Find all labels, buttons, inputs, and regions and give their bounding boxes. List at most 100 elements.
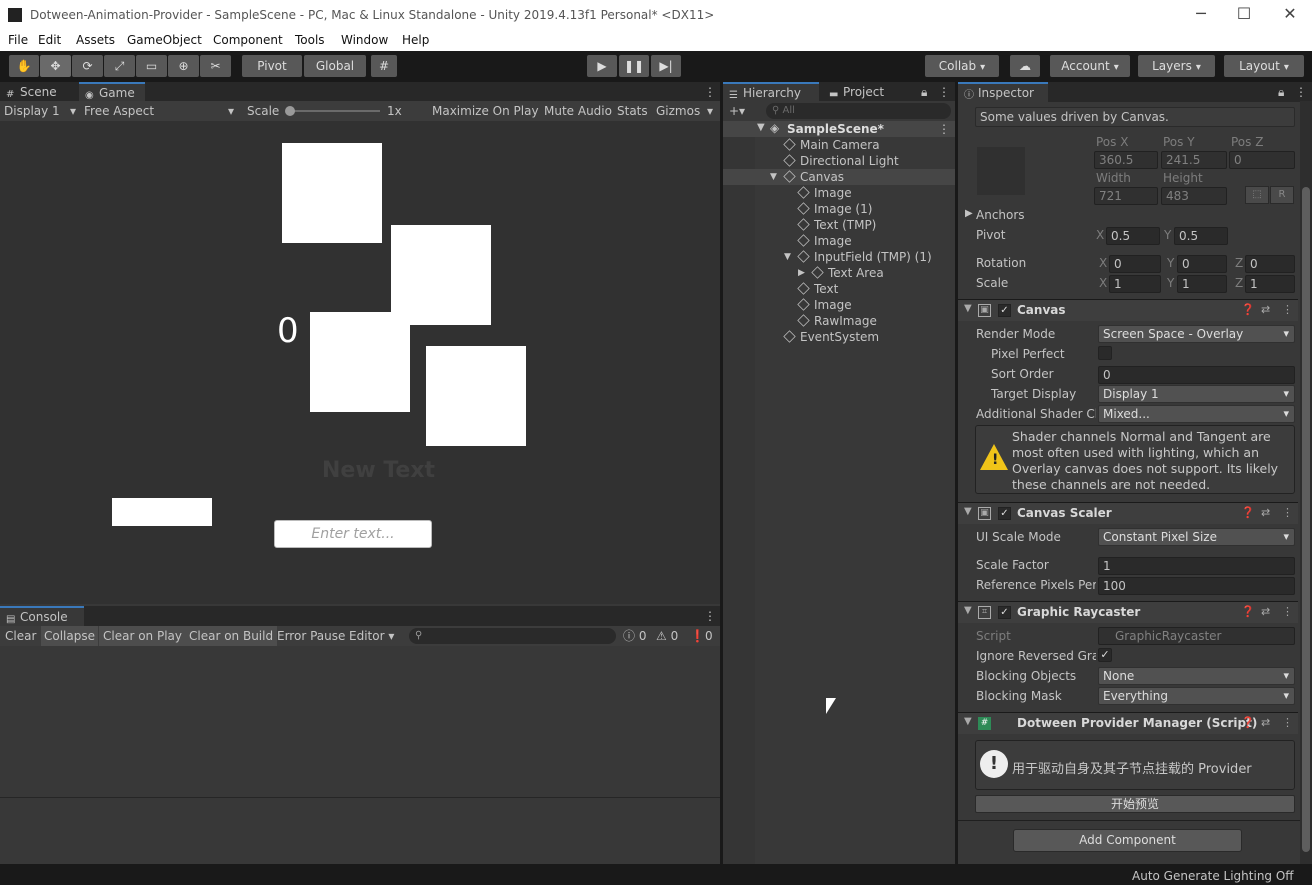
help-icon[interactable]: ❓ bbox=[1241, 716, 1255, 729]
warning-count-toggle[interactable]: ⚠ 0 bbox=[656, 626, 678, 646]
menu-help[interactable]: Help bbox=[402, 33, 429, 47]
scale-slider-thumb[interactable] bbox=[285, 106, 295, 116]
aspect-dropdown[interactable]: Free Aspect ▾ bbox=[84, 101, 239, 121]
grid-snap-icon[interactable]: # bbox=[371, 55, 397, 77]
menu-gameobject[interactable]: GameObject bbox=[127, 33, 202, 47]
pos-y-field[interactable]: 241.5 bbox=[1161, 151, 1227, 169]
rotation-z-field[interactable]: 0 bbox=[1245, 255, 1295, 273]
hierarchy-item[interactable]: Image (1) bbox=[723, 201, 955, 217]
hierarchy-item[interactable]: Text bbox=[723, 281, 955, 297]
anchor-preset-icon[interactable] bbox=[977, 147, 1025, 195]
tab-inspector[interactable]: ⓘ Inspector bbox=[958, 82, 1048, 102]
rotation-x-field[interactable]: 0 bbox=[1109, 255, 1161, 273]
gizmos-chevron-icon[interactable]: ▾ bbox=[707, 101, 713, 121]
presets-icon[interactable]: ⇄ bbox=[1261, 605, 1270, 618]
display-dropdown[interactable]: Display 1 ▾ bbox=[4, 101, 78, 121]
add-component-button[interactable]: Add Component bbox=[1013, 829, 1242, 852]
account-dropdown[interactable]: Account bbox=[1050, 55, 1130, 77]
step-button[interactable]: ▶| bbox=[651, 55, 681, 77]
pos-z-field[interactable]: 0 bbox=[1229, 151, 1295, 169]
cloud-icon[interactable]: ☁ bbox=[1010, 55, 1040, 77]
panel-menu-icon[interactable]: ⋮ bbox=[1295, 82, 1307, 102]
anchors-label[interactable]: Anchors bbox=[976, 208, 1025, 222]
ui-scale-mode-dropdown[interactable]: Constant Pixel Size bbox=[1098, 528, 1295, 546]
panel-menu-icon[interactable]: ⋮ bbox=[704, 82, 716, 102]
tab-game[interactable]: ◉ Game bbox=[79, 82, 145, 102]
shader-channels-dropdown[interactable]: Mixed... bbox=[1098, 405, 1295, 423]
render-mode-dropdown[interactable]: Screen Space - Overlay bbox=[1098, 325, 1295, 343]
tab-hierarchy[interactable]: ☰ Hierarchy bbox=[723, 82, 819, 102]
tab-scene[interactable]: # Scene bbox=[0, 82, 78, 102]
console-log-area[interactable] bbox=[0, 646, 720, 864]
ref-pixels-field[interactable]: 100 bbox=[1098, 577, 1295, 595]
custom-tool-icon[interactable]: ✂ bbox=[200, 55, 231, 77]
gizmos-toggle[interactable]: Gizmos bbox=[656, 101, 700, 121]
error-count-toggle[interactable]: ❗0 bbox=[690, 626, 713, 646]
scene-menu-icon[interactable]: ⋮ bbox=[938, 122, 950, 136]
editor-dropdown[interactable]: Editor ▾ bbox=[349, 626, 394, 646]
menu-assets[interactable]: Assets bbox=[76, 33, 115, 47]
hierarchy-item[interactable]: EventSystem bbox=[723, 329, 955, 345]
lock-icon[interactable]: 🔒︎ bbox=[1278, 82, 1284, 102]
minimize-button[interactable]: ─ bbox=[1186, 4, 1216, 23]
pos-x-field[interactable]: 360.5 bbox=[1094, 151, 1158, 169]
canvas-component-header[interactable]: ▼ ▣ ✓ Canvas ❓ ⇄ ⋮ bbox=[958, 299, 1298, 321]
hierarchy-item[interactable]: ▼ Canvas bbox=[723, 169, 955, 185]
canvas-scaler-enabled-checkbox[interactable]: ✓ bbox=[998, 507, 1011, 520]
hierarchy-item[interactable]: ▼ InputField (TMP) (1) bbox=[723, 249, 955, 265]
raycaster-enabled-checkbox[interactable]: ✓ bbox=[998, 606, 1011, 619]
create-plus-icon[interactable]: +▾ bbox=[729, 101, 745, 121]
expand-arrow-icon[interactable]: ▼ bbox=[770, 169, 777, 185]
lock-icon[interactable]: 🔒︎ bbox=[921, 82, 927, 102]
anchors-expand-icon[interactable]: ▶ bbox=[965, 208, 973, 219]
pivot-toggle[interactable]: Pivot bbox=[242, 55, 302, 77]
blocking-objects-dropdown[interactable]: None bbox=[1098, 667, 1295, 685]
log-count-toggle[interactable]: ⓘ 0 bbox=[623, 626, 646, 646]
scale-factor-field[interactable]: 1 bbox=[1098, 557, 1295, 575]
component-menu-icon[interactable]: ⋮ bbox=[1282, 716, 1293, 729]
console-collapse-button[interactable]: Collapse bbox=[41, 626, 98, 646]
pivot-x-field[interactable]: 0.5 bbox=[1106, 227, 1160, 245]
hierarchy-item[interactable]: ▶ Text Area bbox=[723, 265, 955, 281]
rect-tool-icon[interactable]: ▭ bbox=[136, 55, 167, 77]
component-menu-icon[interactable]: ⋮ bbox=[1282, 605, 1293, 618]
menu-edit[interactable]: Edit bbox=[38, 33, 61, 47]
menu-file[interactable]: File bbox=[8, 33, 28, 47]
collapse-arrow-icon[interactable]: ▼ bbox=[964, 303, 972, 314]
presets-icon[interactable]: ⇄ bbox=[1261, 303, 1270, 316]
maximize-on-play-toggle[interactable]: Maximize On Play bbox=[432, 101, 539, 121]
inspector-scrollbar[interactable] bbox=[1300, 101, 1312, 864]
rotate-tool-icon[interactable]: ⟳ bbox=[72, 55, 103, 77]
blueprint-mode-icon[interactable]: ⬚ bbox=[1245, 186, 1269, 204]
help-icon[interactable]: ❓ bbox=[1241, 303, 1255, 316]
target-display-dropdown[interactable]: Display 1 bbox=[1098, 385, 1295, 403]
menu-tools[interactable]: Tools bbox=[295, 33, 325, 47]
rotation-y-field[interactable]: 0 bbox=[1177, 255, 1227, 273]
help-icon[interactable]: ❓ bbox=[1241, 506, 1255, 519]
hierarchy-item[interactable]: Directional Light bbox=[723, 153, 955, 169]
transform-tool-icon[interactable]: ⊕ bbox=[168, 55, 199, 77]
canvas-scaler-header[interactable]: ▼ ▣ ✓ Canvas Scaler ❓ ⇄ ⋮ bbox=[958, 502, 1298, 524]
collapse-arrow-icon[interactable]: ▼ bbox=[964, 716, 972, 727]
height-field[interactable]: 483 bbox=[1161, 187, 1227, 205]
mute-audio-toggle[interactable]: Mute Audio bbox=[544, 101, 612, 121]
scale-slider-track[interactable] bbox=[290, 110, 380, 112]
presets-icon[interactable]: ⇄ bbox=[1261, 506, 1270, 519]
collapse-arrow-icon[interactable]: ▶ bbox=[798, 265, 805, 281]
blocking-mask-dropdown[interactable]: Everything bbox=[1098, 687, 1295, 705]
hierarchy-item[interactable]: Text (TMP) bbox=[723, 217, 955, 233]
expand-arrow-icon[interactable]: ▼ bbox=[784, 249, 791, 265]
clear-on-play-button[interactable]: Clear on Play bbox=[99, 626, 186, 646]
scale-x-field[interactable]: 1 bbox=[1109, 275, 1161, 293]
scale-y-field[interactable]: 1 bbox=[1177, 275, 1227, 293]
pause-button[interactable]: ❚❚ bbox=[619, 55, 649, 77]
pivot-y-field[interactable]: 0.5 bbox=[1174, 227, 1228, 245]
layers-dropdown[interactable]: Layers bbox=[1138, 55, 1215, 77]
error-pause-button[interactable]: Error Pause bbox=[277, 626, 345, 646]
input-field[interactable]: Enter text... bbox=[274, 520, 432, 548]
maximize-button[interactable]: ☐ bbox=[1229, 4, 1259, 23]
hierarchy-item[interactable]: Image bbox=[723, 297, 955, 313]
hand-tool-icon[interactable]: ✋ bbox=[9, 55, 39, 77]
start-preview-button[interactable]: 开始预览 bbox=[975, 795, 1295, 813]
hierarchy-item[interactable]: Main Camera bbox=[723, 137, 955, 153]
